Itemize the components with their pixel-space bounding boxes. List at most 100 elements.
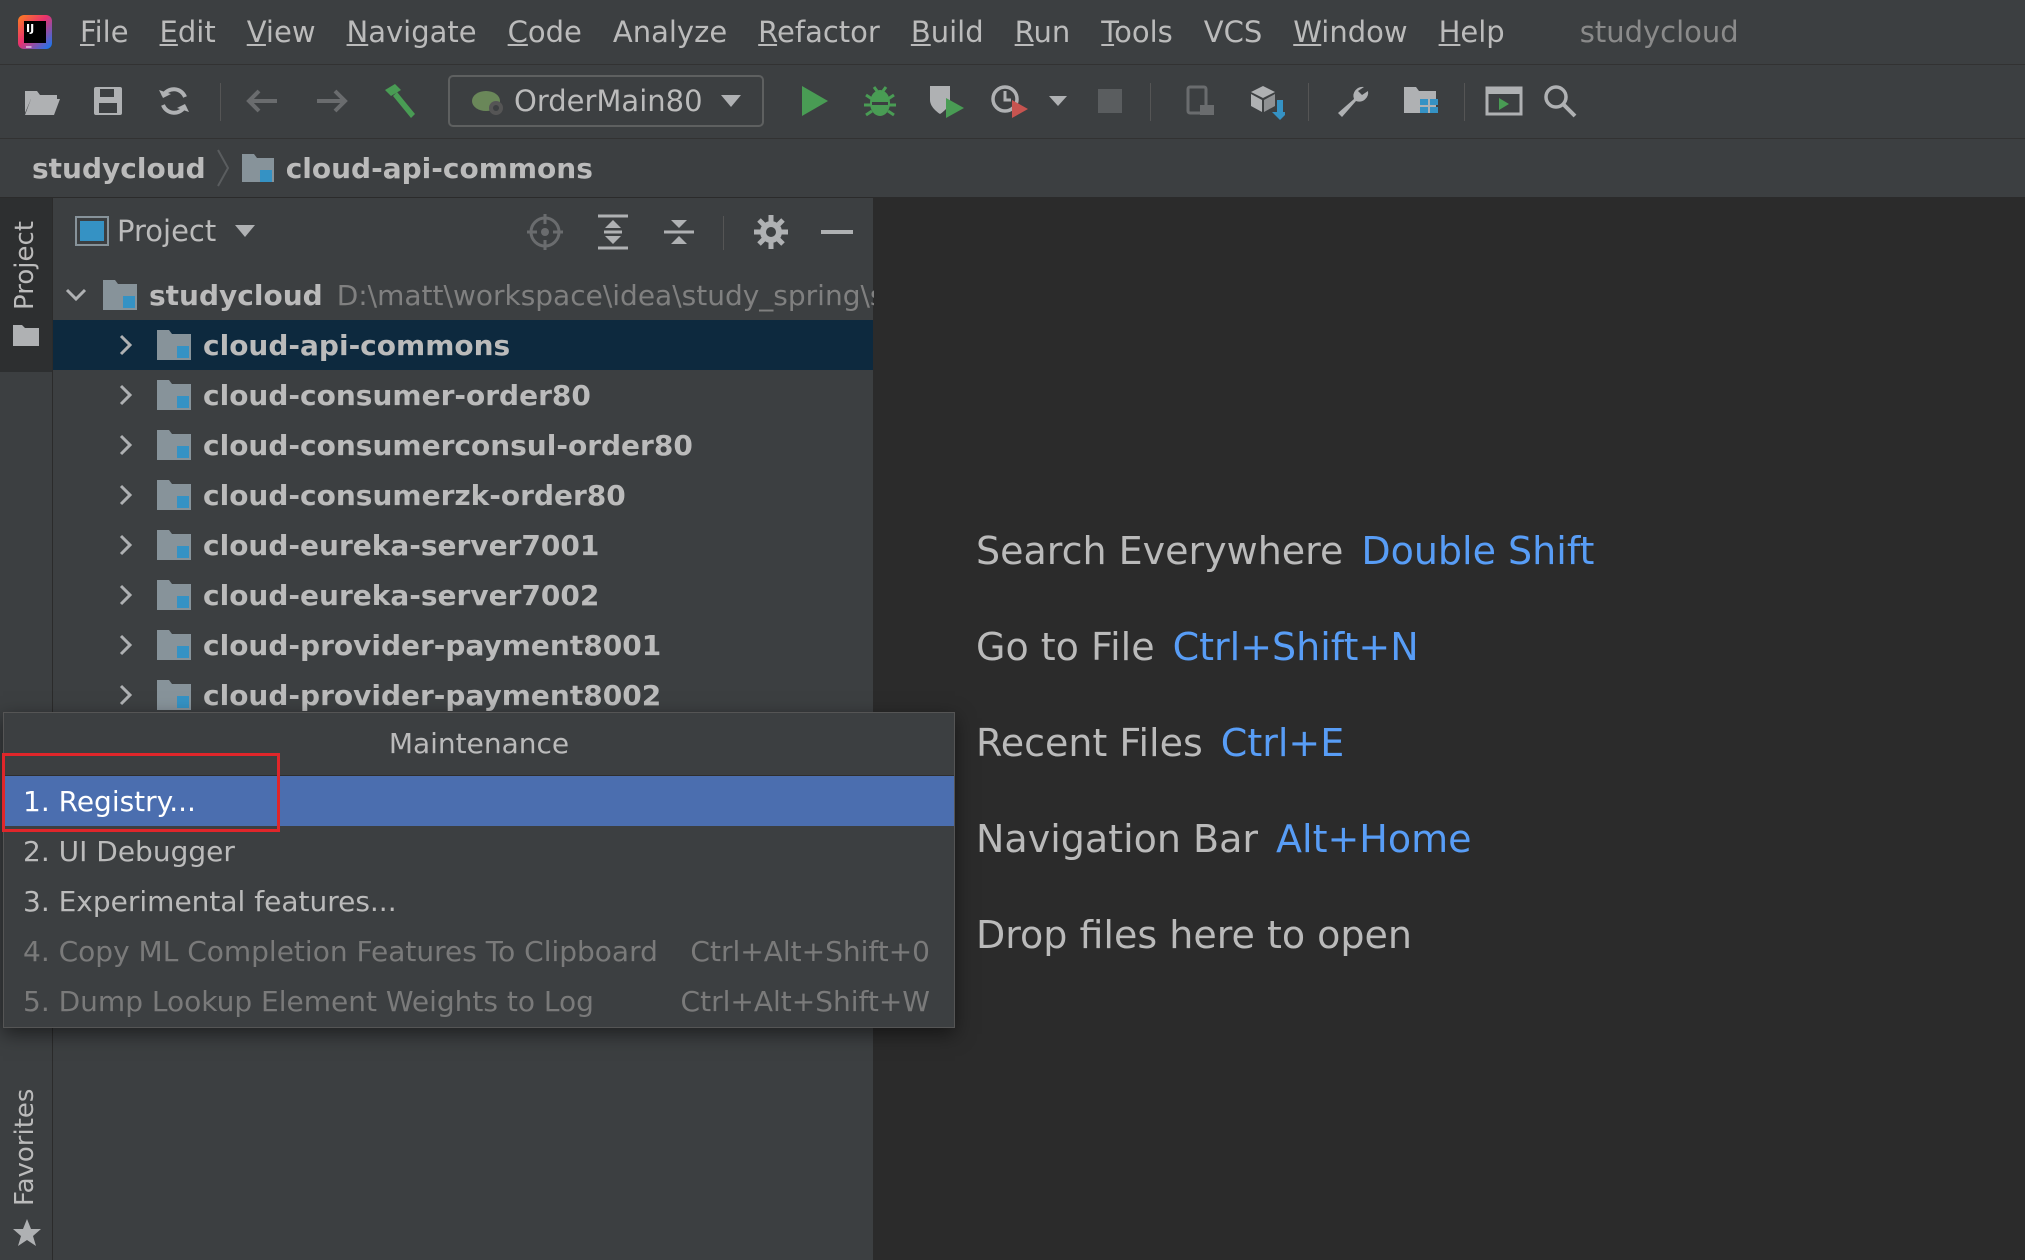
chevron-down-icon[interactable]	[1036, 79, 1080, 123]
favorites-tool-label: Favorites	[10, 1088, 40, 1206]
hint-shortcut: Ctrl+Shift+N	[1172, 625, 1419, 669]
build-hammer-icon[interactable]	[376, 79, 420, 123]
save-icon[interactable]	[86, 79, 130, 123]
chevron-right-icon[interactable]	[111, 380, 141, 410]
menu-item[interactable]: Build	[911, 0, 984, 64]
module-folder-icon	[240, 152, 276, 184]
hint-text: Search Everywhere	[976, 529, 1344, 573]
back-arrow-icon[interactable]	[240, 79, 284, 123]
chevron-right-icon[interactable]	[111, 430, 141, 460]
menu-label: ile	[94, 15, 129, 49]
chevron-down-icon[interactable]	[65, 280, 87, 310]
run-with-coverage-icon[interactable]	[924, 79, 968, 123]
project-view-icon	[75, 216, 109, 246]
breadcrumb-separator-icon	[216, 148, 230, 188]
run-config-label: OrderMain80	[514, 84, 703, 118]
editor-hint: Drop files here to open	[976, 913, 1412, 957]
sync-icon[interactable]	[152, 79, 196, 123]
popup-menu-item[interactable]: 5. Dump Lookup Element Weights to Log Ctr…	[4, 976, 954, 1026]
tree-module-row[interactable]: cloud-consumerconsul-order80	[53, 420, 873, 470]
menu-label: un	[1033, 15, 1071, 49]
build-artifacts-icon[interactable]	[1244, 79, 1288, 123]
project-view-selector[interactable]: Project	[117, 214, 216, 248]
settings-wrench-icon[interactable]	[1330, 79, 1374, 123]
menu-item[interactable]: Navigate	[347, 0, 477, 64]
popup-menu-item[interactable]: 4. Copy ML Completion Features To Clipbo…	[4, 926, 954, 976]
menu-label: indow	[1321, 15, 1408, 49]
breadcrumb-module[interactable]: cloud-api-commons	[286, 152, 593, 185]
menu-item[interactable]: Code	[508, 0, 582, 64]
hint-text: Navigation Bar	[976, 817, 1259, 861]
menu-label: ools	[1114, 15, 1173, 49]
tree-root-row[interactable]: studycloud D:\matt\workspace\idea\study_…	[53, 270, 895, 320]
hint-text: Recent Files	[976, 721, 1203, 765]
hide-panel-icon[interactable]	[815, 210, 859, 254]
locate-target-icon[interactable]	[523, 210, 567, 254]
tree-module-row[interactable]: cloud-provider-payment8001	[53, 620, 873, 670]
star-icon	[12, 1218, 42, 1252]
project-structure-icon[interactable]	[1400, 79, 1444, 123]
popup-menu-item[interactable]: 2. UI Debugger	[4, 826, 954, 876]
tree-root-path: D:\matt\workspace\idea\study_spring\st	[336, 278, 896, 312]
menu-item[interactable]: Refactor	[758, 0, 880, 64]
menu-label: avigate	[368, 15, 477, 49]
editor-hint: Navigation Bar Alt+Home	[976, 817, 1472, 861]
tree-module-row[interactable]: cloud-consumer-order80	[53, 370, 873, 420]
chevron-right-icon[interactable]	[111, 680, 141, 710]
menu-mnemonic: V	[246, 15, 266, 49]
project-tool-button[interactable]: Project	[0, 198, 52, 372]
menu-item[interactable]: Window	[1293, 0, 1407, 64]
tree-module-label: cloud-provider-payment8001	[203, 628, 662, 662]
profiler-icon[interactable]	[988, 79, 1032, 123]
menu-item[interactable]: VCS	[1204, 0, 1263, 64]
menu-item[interactable]: Tools	[1101, 0, 1172, 64]
menu-item[interactable]: File	[80, 0, 129, 64]
tree-module-label: cloud-provider-payment8002	[203, 678, 662, 712]
forward-arrow-icon[interactable]	[310, 79, 354, 123]
hint-shortcut: Alt+Home	[1276, 817, 1472, 861]
menu-mnemonic: C	[507, 15, 528, 49]
tree-module-row[interactable]: cloud-eureka-server7001	[53, 520, 873, 570]
menu-mnemonic: E	[159, 15, 178, 49]
debug-bug-icon[interactable]	[858, 79, 902, 123]
menu-item[interactable]: Run	[1015, 0, 1071, 64]
collapse-all-icon[interactable]	[657, 210, 701, 254]
popup-item-label: 4. Copy ML Completion Features To Clipbo…	[23, 934, 658, 968]
tree-module-row[interactable]: cloud-consumerzk-order80	[53, 470, 873, 520]
module-folder-icon	[155, 428, 193, 462]
chevron-right-icon[interactable]	[111, 530, 141, 560]
module-folder-icon	[155, 628, 193, 662]
favorites-tool-button[interactable]: Favorites	[0, 1036, 52, 1256]
tree-module-row[interactable]: cloud-eureka-server7002	[53, 570, 873, 620]
chevron-down-icon	[720, 94, 742, 108]
popup-menu-item[interactable]: 3. Experimental features...	[4, 876, 954, 926]
stop-icon[interactable]	[1088, 79, 1132, 123]
menu-mnemonic: N	[346, 15, 369, 49]
gear-icon[interactable]	[749, 210, 793, 254]
tree-module-label: cloud-api-commons	[203, 328, 511, 362]
chevron-right-icon[interactable]	[111, 480, 141, 510]
chevron-right-icon[interactable]	[111, 330, 141, 360]
tree-module-row[interactable]: cloud-api-commons	[53, 320, 873, 370]
run-configuration-selector[interactable]: OrderMain80	[448, 75, 764, 127]
open-folder-icon[interactable]	[20, 79, 64, 123]
module-folder-icon	[155, 678, 193, 712]
presentation-icon[interactable]	[1482, 79, 1526, 123]
expand-all-icon[interactable]	[591, 210, 635, 254]
chevron-right-icon[interactable]	[111, 580, 141, 610]
popup-item-label: 2. UI Debugger	[23, 834, 235, 868]
run-icon[interactable]	[792, 79, 836, 123]
editor-empty-area[interactable]: Search Everywhere Double Shift Go to File C…	[874, 198, 2025, 1260]
attach-device-icon[interactable]	[1178, 79, 1222, 123]
menu-item[interactable]: Analyze	[613, 0, 727, 64]
breadcrumb-project[interactable]: studycloud	[32, 152, 206, 185]
menu-mnemonic: F	[80, 15, 95, 49]
menu-mnemonic: W	[1293, 15, 1322, 49]
chevron-down-icon[interactable]	[234, 224, 256, 238]
tree-module-label: cloud-eureka-server7002	[203, 578, 600, 612]
search-icon[interactable]	[1538, 79, 1582, 123]
chevron-right-icon[interactable]	[111, 630, 141, 660]
menu-item[interactable]: Help	[1439, 0, 1505, 64]
menu-item[interactable]: Edit	[160, 0, 216, 64]
menu-item[interactable]: View	[247, 0, 316, 64]
